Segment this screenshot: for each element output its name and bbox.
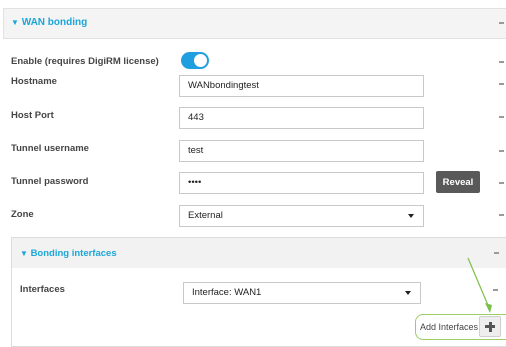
callout-arrow-head — [485, 303, 492, 313]
add-interfaces-button[interactable] — [479, 316, 501, 337]
callout-arrow-line — [467, 257, 491, 311]
add-interfaces-label: Add Interfaces — [420, 322, 479, 332]
callout-arrow — [467, 257, 492, 313]
